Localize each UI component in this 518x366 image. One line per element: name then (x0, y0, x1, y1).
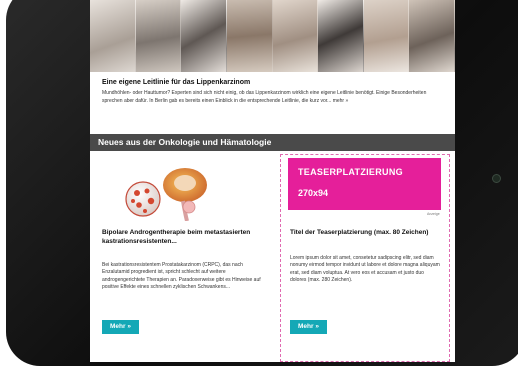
left-card-title[interactable]: Bipolare Androgentherapie beim metastasi… (102, 228, 272, 246)
prostate-illustration (125, 168, 207, 221)
teaser-title[interactable]: Titel der Teaserplatzierung (max. 80 Zei… (290, 228, 440, 237)
ad-marker-label: Anzeige (427, 212, 440, 216)
left-card-more-button[interactable]: Mehr » (102, 320, 139, 334)
article-teaser-text: Mundhöhlen- oder Hauttumor? Experten sin… (102, 89, 437, 105)
article-body-text: Mundhöhlen- oder Hauttumor? Experten sin… (102, 90, 427, 104)
teaser-ad-box[interactable]: TEASERPLATZIERUNG 270x94 (288, 158, 441, 210)
header-banner-image (90, 0, 455, 72)
article-more-link[interactable]: mehr » (333, 98, 349, 104)
teaser-body: Lorem ipsum dolor sit amet, consetetur s… (290, 255, 440, 284)
left-card-body: Bei kastrationsresistentem Prostatakarzi… (102, 262, 261, 291)
teaser-ad-label: TEASERPLATZIERUNG (298, 167, 403, 177)
teaser-more-button[interactable]: Mehr » (290, 320, 327, 334)
teaser-ad-size: 270x94 (298, 188, 329, 198)
section-header: Neues aus der Onkologie und Hämatologie (90, 134, 455, 151)
article-title[interactable]: Eine eigene Leitlinie für das Lippenkarz… (102, 79, 250, 86)
tablet-camera (492, 174, 501, 183)
newsletter-screen: Eine eigene Leitlinie für das Lippenkarz… (90, 0, 455, 362)
